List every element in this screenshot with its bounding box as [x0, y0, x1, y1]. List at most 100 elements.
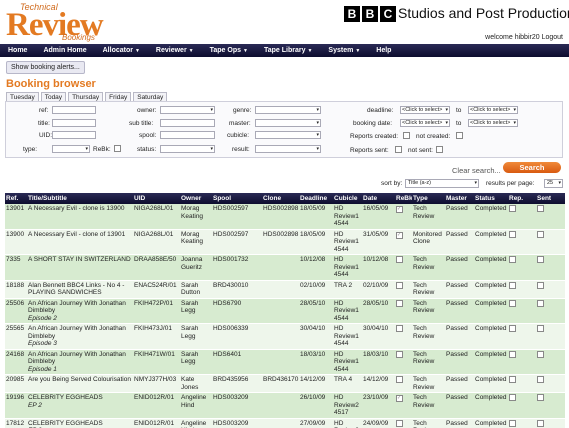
row-title[interactable]: Alan Bennett BBC4 Links - No 4 - PLAYING…: [28, 282, 132, 297]
rebk-checkbox[interactable]: [396, 281, 403, 289]
clear-search-link[interactable]: Clear search...: [452, 166, 501, 175]
sent-checkbox[interactable]: [537, 325, 544, 332]
title-input[interactable]: [52, 119, 96, 127]
show-booking-alerts-button[interactable]: Show booking alerts...: [6, 61, 85, 74]
not-sent-checkbox[interactable]: [436, 146, 443, 153]
column-header-title-subtitle[interactable]: Title/Subtitle: [27, 193, 133, 204]
rebk-checkbox[interactable]: ✓: [396, 231, 403, 239]
nav-item-tape-library[interactable]: Tape Library ▼: [256, 44, 320, 57]
results-per-page-select[interactable]: 25: [544, 179, 563, 188]
table-row[interactable]: 7335 A SHORT STAY IN SWITZERLAND DRAA858E/…: [5, 254, 565, 281]
column-header-status[interactable]: Status: [474, 193, 508, 204]
table-row[interactable]: 13901 A Necessary Evil - clone is 13900 NI…: [5, 204, 565, 230]
result-select[interactable]: [255, 145, 321, 153]
status-select[interactable]: [160, 145, 215, 153]
subtitle-input[interactable]: [160, 119, 215, 127]
rep-checkbox[interactable]: [509, 281, 516, 289]
nav-item-help[interactable]: Help: [368, 44, 399, 57]
nav-item-allocator[interactable]: Allocator ▼: [95, 44, 148, 57]
nav-item-admin-home[interactable]: Admin Home: [35, 44, 94, 57]
rebk-checkbox[interactable]: [396, 256, 403, 263]
table-row[interactable]: 13900 A Necessary Evil - clone of 13901 NI…: [5, 229, 565, 255]
table-row[interactable]: 25506 An African Journey With Jonathan Di…: [5, 298, 565, 324]
column-header-clone[interactable]: Clone: [262, 193, 299, 204]
column-header-deadline[interactable]: Deadline: [299, 193, 333, 204]
rep-checkbox[interactable]: [509, 419, 516, 427]
sent-checkbox[interactable]: [537, 256, 544, 263]
row-title[interactable]: An African Journey With Jonathan Dimbleb…: [28, 300, 132, 315]
rep-checkbox[interactable]: [509, 350, 516, 358]
sent-checkbox[interactable]: [537, 394, 544, 401]
rebk-checkbox[interactable]: [114, 145, 121, 152]
column-header-cubicle[interactable]: Cubicle: [333, 193, 362, 204]
column-header-type[interactable]: Type: [412, 193, 445, 204]
rebk-checkbox[interactable]: ✓: [396, 395, 403, 402]
nav-item-tape-ops[interactable]: Tape Ops ▼: [202, 44, 256, 57]
column-header-owner[interactable]: Owner: [180, 193, 212, 204]
sent-checkbox[interactable]: [537, 299, 544, 307]
reports-sent-checkbox[interactable]: [395, 146, 402, 153]
row-title[interactable]: Are you Being Served Colourisation: [28, 376, 132, 384]
genre-select[interactable]: [255, 106, 321, 114]
column-header-rep[interactable]: Rep.: [508, 193, 536, 204]
rep-checkbox[interactable]: [509, 230, 516, 238]
column-header-date[interactable]: Date: [362, 193, 395, 204]
rebk-checkbox[interactable]: ✓: [396, 206, 403, 213]
ref-input[interactable]: [52, 106, 96, 114]
rep-checkbox[interactable]: [509, 376, 516, 383]
sent-checkbox[interactable]: [537, 376, 544, 383]
rebk-checkbox[interactable]: [396, 350, 403, 358]
row-title[interactable]: CELEBRITY EGGHEADS: [28, 420, 132, 428]
row-title[interactable]: An African Journey With Jonathan Dimbleb…: [28, 325, 132, 340]
sent-checkbox[interactable]: [537, 350, 544, 358]
logout-link[interactable]: Logout: [542, 34, 563, 41]
row-title[interactable]: A Necessary Evil - clone of 13901: [28, 231, 132, 239]
cubicle-select[interactable]: [255, 131, 321, 139]
nav-item-reviewer[interactable]: Reviewer ▼: [148, 44, 202, 57]
table-row[interactable]: 18188 Alan Bennett BBC4 Links - No 4 - PL…: [5, 280, 565, 299]
owner-select[interactable]: [160, 106, 215, 114]
not-created-checkbox[interactable]: [456, 132, 463, 139]
rebk-checkbox[interactable]: [396, 376, 403, 383]
table-row[interactable]: 17812CELEBRITY EGGHEADSEP 2ENID012R/01An…: [5, 418, 565, 428]
sent-checkbox[interactable]: [537, 230, 544, 238]
row-title[interactable]: A SHORT STAY IN SWITZERLAND: [28, 256, 132, 264]
row-title[interactable]: CELEBRITY EGGHEADS: [28, 394, 132, 402]
sent-checkbox[interactable]: [537, 205, 544, 212]
search-button[interactable]: Search: [503, 162, 561, 173]
nav-item-system[interactable]: System ▼: [320, 44, 368, 57]
sort-select[interactable]: Title (a-z): [405, 179, 479, 188]
booking-date-from-select[interactable]: <Click to select>: [400, 119, 450, 127]
rep-checkbox[interactable]: [509, 205, 516, 212]
sent-checkbox[interactable]: [537, 281, 544, 289]
booking-date-to-select[interactable]: <Click to select>: [468, 119, 518, 127]
row-title[interactable]: A Necessary Evil - clone is 13900: [28, 205, 132, 213]
column-header-spool[interactable]: Spool: [212, 193, 262, 204]
rebk-checkbox[interactable]: [396, 325, 403, 332]
column-header-rebk[interactable]: ReBk: [395, 193, 412, 204]
column-header-sent[interactable]: Sent: [536, 193, 565, 204]
reports-created-checkbox[interactable]: [403, 132, 410, 139]
rebk-checkbox[interactable]: [396, 299, 403, 307]
table-row[interactable]: 20985 Are you Being Served Colourisation N…: [5, 374, 565, 393]
master-select[interactable]: [255, 119, 321, 127]
table-row[interactable]: 19196 CELEBRITY EGGHEADS EP 2 ENID012R/01 An…: [5, 392, 565, 419]
type-select[interactable]: [52, 145, 90, 153]
column-header-ref[interactable]: Ref.: [5, 193, 27, 204]
row-title[interactable]: An African Journey With Jonathan Dimbleb…: [28, 351, 132, 366]
spool-input[interactable]: [160, 131, 215, 139]
uid-input[interactable]: [52, 131, 96, 139]
table-row[interactable]: 25565 An African Journey With Jonathan Di…: [5, 323, 565, 350]
deadline-from-select[interactable]: <Click to select>: [400, 106, 450, 114]
column-header-uid[interactable]: UID: [133, 193, 180, 204]
deadline-to-select[interactable]: <Click to select>: [468, 106, 518, 114]
rebk-checkbox[interactable]: [396, 419, 403, 427]
table-row[interactable]: 24168 An African Journey With Jonathan Di…: [5, 349, 565, 375]
nav-item-home[interactable]: Home: [0, 44, 35, 57]
column-header-master[interactable]: Master: [445, 193, 474, 204]
rep-checkbox[interactable]: [509, 394, 516, 401]
sent-checkbox[interactable]: [537, 419, 544, 427]
rep-checkbox[interactable]: [509, 299, 516, 307]
rep-checkbox[interactable]: [509, 325, 516, 332]
rep-checkbox[interactable]: [509, 256, 516, 263]
